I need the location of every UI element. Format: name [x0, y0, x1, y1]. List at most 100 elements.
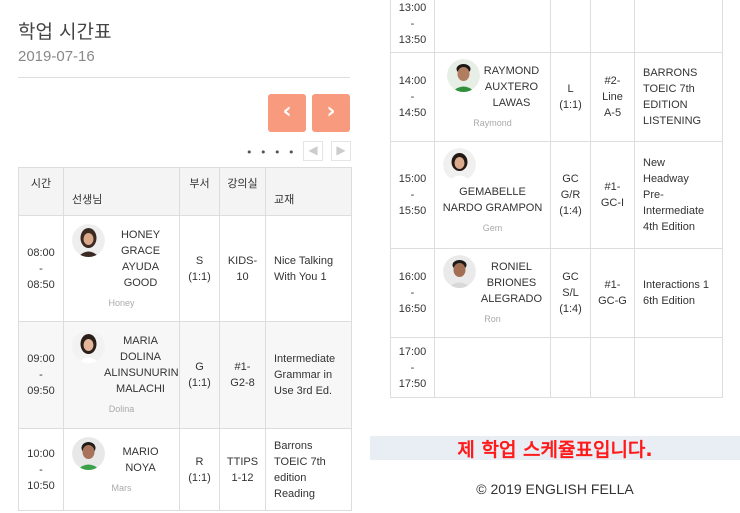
- room-cell: KIDS- 10: [219, 215, 266, 322]
- room-line: 1-12: [231, 471, 254, 484]
- room-line: A-5: [603, 107, 622, 119]
- next-button[interactable]: ›: [312, 94, 350, 132]
- teacher-name-line: GEMABELLE: [459, 186, 526, 198]
- teacher-name-line: NOYA: [125, 461, 156, 474]
- time-separator: -: [39, 463, 43, 476]
- dept-cell: GC G/R (1:4): [550, 141, 591, 249]
- time-separator: -: [39, 262, 43, 275]
- teacher-cell[interactable]: MARIO NOYA Mars: [63, 428, 180, 511]
- teacher-name-line: ALEGRADO: [480, 293, 543, 305]
- teacher-nickname: Ron: [484, 314, 501, 324]
- teacher-name-line: GRACE: [120, 244, 161, 257]
- dept-line: G: [195, 361, 204, 373]
- book-line: 6th Edition: [643, 295, 695, 307]
- end-time: 17:50: [398, 377, 427, 390]
- dept-cell: [550, 0, 591, 53]
- book-line: edition: [274, 471, 307, 484]
- book-cell: [634, 337, 723, 398]
- schedule-table-continued: 13:00 - 13:50 14:00 - 14:50 RAYMOND AUXT…: [390, 0, 723, 398]
- room-line: #2-: [604, 75, 621, 87]
- book-line: BARRONS: [643, 67, 698, 79]
- book-cell: Intermediate Grammar in Use 3rd Ed.: [265, 321, 352, 429]
- footer-copyright: © 2019 ENGLISH FELLA: [476, 481, 634, 497]
- time-separator: -: [39, 369, 43, 381]
- teacher-name-line: RAYMOND: [483, 65, 540, 77]
- dept-cell: R (1:1): [179, 428, 220, 511]
- book-cell: [634, 0, 723, 53]
- teacher-cell[interactable]: MARIA DOLINA ALINSUNURIN MALACHI Dolina: [63, 321, 180, 429]
- dept-line: S: [195, 254, 204, 267]
- teacher-avatar: [447, 59, 480, 92]
- dept-cell: GC S/L (1:4): [550, 248, 591, 338]
- header-time: 시간: [18, 167, 64, 216]
- teacher-name-line: RONIEL: [491, 261, 532, 273]
- caret-left-icon: ◀: [308, 143, 318, 157]
- room-cell: #1- GC-G: [590, 248, 635, 338]
- pagination-dots: • • • • •: [246, 146, 311, 159]
- time-separator: -: [410, 287, 415, 299]
- teacher-cell[interactable]: RONIEL BRIONES ALEGRADO Ron: [434, 248, 551, 338]
- book-line: Headway: [643, 173, 689, 185]
- teacher-name-line: HONEY: [120, 228, 161, 241]
- book-line: TOEIC 7th: [274, 455, 326, 468]
- dept-cell: L (1:1): [550, 52, 591, 142]
- teacher-name-line: BRIONES: [486, 277, 537, 289]
- start-time: 09:00: [27, 353, 55, 365]
- time-cell: 16:00 - 16:50: [390, 248, 435, 338]
- schedule-table: 시간 선생님 부서 강의실 교재 08:00 - 08:50 HONEY GRA…: [18, 167, 352, 511]
- schedule-date: 2019-07-16: [18, 48, 95, 65]
- book-cell: Barrons TOEIC 7th edition Reading: [265, 428, 352, 511]
- end-time: 10:50: [27, 479, 55, 492]
- room-line: KIDS-: [227, 254, 258, 267]
- room-cell: [590, 337, 635, 398]
- room-cell: #1- G2-8: [219, 321, 266, 429]
- start-time: 08:00: [27, 246, 55, 259]
- teacher-name-line: NARDO GRAMPON: [442, 202, 543, 214]
- dept-line: G/R: [560, 189, 581, 201]
- teacher-avatar: [443, 255, 476, 288]
- book-line: Intermediate: [643, 205, 705, 217]
- table-row: 15:00 - 15:50 GEMABELLE NARDO GRAMPON Ge…: [390, 141, 723, 249]
- teacher-avatar: [72, 224, 105, 257]
- caret-right-icon: ▶: [336, 143, 346, 157]
- time-cell: 09:00 - 09:50: [18, 321, 64, 429]
- dept-line: GC: [562, 173, 579, 185]
- divider: [18, 77, 350, 78]
- scroll-prev-button[interactable]: ◀: [303, 141, 323, 161]
- start-time: 17:00: [398, 345, 427, 358]
- teacher-name-line: DOLINA: [120, 351, 161, 363]
- book-line: Interactions 1: [643, 279, 710, 291]
- book-cell: Interactions 1 6th Edition: [634, 248, 723, 338]
- table-row: 13:00 - 13:50: [390, 0, 723, 53]
- room-line: #1-: [234, 361, 251, 373]
- scroll-next-button[interactable]: ▶: [331, 141, 351, 161]
- room-line: TTIPS: [226, 455, 259, 468]
- dept-cell: [550, 337, 591, 398]
- teacher-name-line: ALINSUNURIN: [104, 367, 179, 379]
- teacher-cell[interactable]: GEMABELLE NARDO GRAMPON Gem: [434, 141, 551, 249]
- room-cell: TTIPS 1-12: [219, 428, 266, 511]
- teacher-nickname: Gem: [482, 223, 503, 233]
- book-line: New: [643, 157, 666, 169]
- dept-line: L: [567, 83, 574, 95]
- room-line: G2-8: [230, 377, 255, 389]
- table-row: 09:00 - 09:50 MARIA DOLINA ALINSUNURIN M…: [18, 321, 352, 429]
- header-teacher: 선생님: [63, 167, 180, 216]
- teacher-cell[interactable]: RAYMOND AUXTERO LAWAS Raymond: [434, 52, 551, 142]
- teacher-nickname: Raymond: [473, 118, 512, 128]
- book-line: TOEIC 7th: [643, 83, 695, 95]
- header-book: 교재: [265, 167, 352, 216]
- end-time: 15:50: [398, 205, 427, 217]
- dept-line: (1:4): [559, 303, 582, 315]
- table-row: 16:00 - 16:50 RONIEL BRIONES ALEGRADO Ro…: [390, 248, 723, 338]
- table-row: 14:00 - 14:50 RAYMOND AUXTERO LAWAS Raym…: [390, 52, 723, 142]
- start-time: 10:00: [27, 447, 55, 460]
- caption-text: 제 학업 스케쥴표입니다.: [457, 439, 653, 461]
- book-line: Pre-: [643, 189, 664, 201]
- teacher-cell[interactable]: HONEY GRACE AYUDA GOOD Honey: [63, 215, 180, 322]
- teacher-avatar: [443, 148, 476, 181]
- prev-button[interactable]: ‹: [268, 94, 306, 132]
- dept-line: (1:1): [188, 270, 211, 283]
- book-line: Intermediate: [274, 353, 336, 365]
- left-panel: 학업 시간표 2019-07-16 ‹ › • • • • • ◀ ▶ 시간 선…: [0, 0, 370, 513]
